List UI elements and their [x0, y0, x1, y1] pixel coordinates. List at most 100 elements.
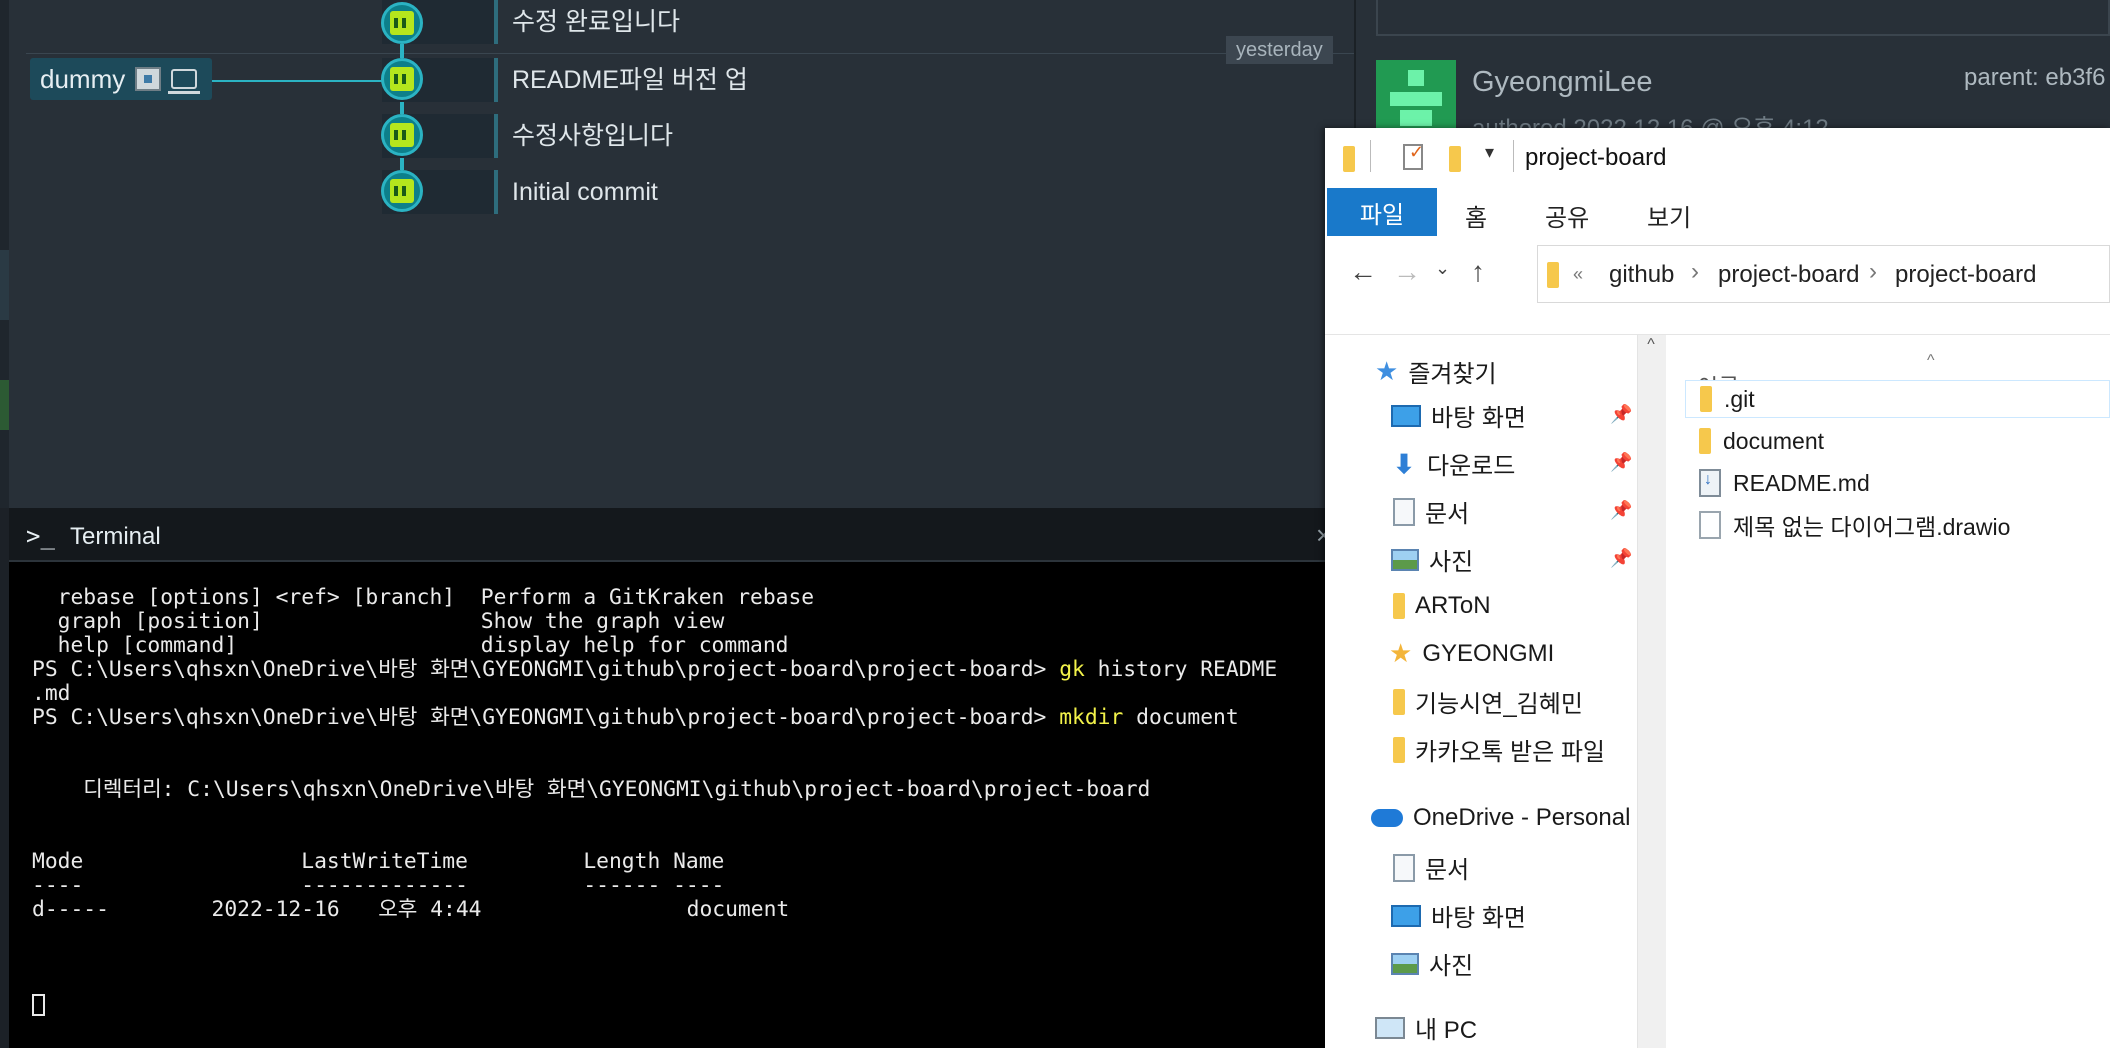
terminal-line: help [command] display help for command: [32, 633, 789, 658]
commit-message[interactable]: Initial commit: [512, 170, 658, 214]
terminal-line: graph [position] Show the graph view: [32, 609, 725, 634]
nav-this-pc[interactable]: 내 PC: [1375, 1010, 1477, 1045]
branch-connector: [212, 80, 382, 82]
terminal-title: Terminal: [70, 523, 161, 550]
branch-name[interactable]: dummy: [40, 64, 125, 95]
forward-arrow-icon[interactable]: →: [1393, 256, 1421, 288]
commit-graph-panel: yesterday 수정 완료입니다 README파일 버전 업 수정사항입니다…: [0, 0, 1354, 508]
terminal-line: rebase [options] <ref> [branch] Perform …: [32, 585, 815, 610]
file-row[interactable]: .git: [1685, 380, 2110, 418]
terminal-line: .md: [32, 681, 71, 706]
folder-icon: [1547, 262, 1559, 293]
explorer-titlebar: ✓ ▾ project-board: [1325, 128, 2110, 188]
document-icon: [1393, 853, 1415, 882]
terminal-cursor: [32, 994, 45, 1016]
terminal-prompt-line[interactable]: [32, 994, 45, 1018]
star-icon: ★: [1375, 356, 1399, 386]
nav-scrollbar[interactable]: [1637, 335, 1667, 1048]
parent-label: parent:: [1964, 64, 2039, 91]
file-row[interactable]: README.md: [1685, 464, 2110, 502]
nav-item-folder[interactable]: ★ GYEONGMI: [1389, 638, 1554, 669]
commit-avatar-icon[interactable]: [381, 2, 423, 44]
nav-item-desktop[interactable]: 바탕 화면: [1391, 898, 1526, 933]
quick-access-dropdown-icon[interactable]: ▾: [1485, 142, 1494, 163]
commit-message[interactable]: 수정사항입니다: [512, 114, 673, 158]
nav-item-folder[interactable]: ARToN: [1393, 592, 1491, 620]
breadcrumb-item[interactable]: project-board: [1718, 261, 1859, 289]
pin-icon: 📌: [1610, 548, 1633, 568]
commit-avatar-icon[interactable]: [381, 114, 423, 156]
recent-locations-chevron-icon[interactable]: ⌄: [1435, 258, 1450, 279]
breadcrumb-overflow[interactable]: «: [1573, 264, 1583, 285]
parent-commit[interactable]: parent: eb3f6: [1964, 64, 2105, 92]
commit-message-box[interactable]: [1376, 0, 2110, 36]
nav-onedrive[interactable]: OneDrive - Personal: [1371, 804, 1630, 832]
folder-icon: [1393, 593, 1405, 619]
cloud-icon: [1371, 809, 1403, 827]
commit-avatar-icon[interactable]: [381, 170, 423, 212]
blank-file-icon: [1699, 511, 1721, 539]
scroll-up-icon[interactable]: ^: [1637, 336, 1665, 354]
terminal-header: [9, 508, 1354, 562]
pin-icon: 📌: [1610, 404, 1633, 424]
nav-item-desktop[interactable]: 바탕 화면: [1391, 398, 1526, 433]
new-folder-icon[interactable]: [1449, 146, 1461, 177]
commit-message[interactable]: README파일 버전 업: [512, 58, 748, 102]
up-arrow-icon[interactable]: ↑: [1471, 256, 1485, 288]
nav-item-folder[interactable]: 기능시연_김혜민: [1393, 684, 1583, 719]
parent-sha[interactable]: eb3f6: [2045, 64, 2105, 91]
window-title: project-board: [1525, 144, 1667, 171]
tab-home[interactable]: 홈: [1465, 198, 1487, 233]
nav-item-documents[interactable]: 문서: [1393, 850, 1469, 885]
computer-icon: [1375, 1016, 1405, 1039]
explorer-ribbon: [1325, 188, 2110, 239]
back-arrow-icon[interactable]: ←: [1349, 256, 1377, 288]
branch-label[interactable]: dummy: [30, 58, 212, 100]
breadcrumb-item[interactable]: github: [1609, 261, 1674, 289]
commit-avatar-icon[interactable]: [381, 58, 423, 100]
chevron-right-icon[interactable]: ›: [1869, 258, 1877, 286]
tab-file[interactable]: 파일: [1327, 188, 1437, 236]
tab-share[interactable]: 공유: [1545, 198, 1589, 233]
document-icon: [1393, 497, 1415, 526]
file-explorer-window: ✓ ▾ project-board 파일 홈 공유 보기 ← → ⌄ ↑ « g…: [1325, 128, 2110, 1048]
pictures-icon: [1391, 952, 1419, 975]
nav-quick-access[interactable]: ★ 즐겨찾기: [1375, 354, 1497, 389]
tab-view[interactable]: 보기: [1647, 198, 1691, 233]
desktop-icon: [1391, 404, 1421, 427]
nav-item-pictures[interactable]: 사진: [1391, 946, 1473, 981]
file-row[interactable]: 제목 없는 다이어그램.drawio: [1685, 506, 2110, 544]
disk-icon: [135, 67, 162, 91]
star-folder-icon: ★: [1389, 638, 1413, 668]
checkmark-icon: ✓: [1409, 142, 1425, 162]
commit-row[interactable]: Initial commit: [0, 168, 1354, 224]
folder-icon: [1393, 688, 1405, 715]
nav-item-downloads[interactable]: ⬇ 다운로드: [1391, 446, 1515, 481]
terminal-line: ---- ------------- ------ ----: [32, 873, 725, 898]
desktop-icon: [1391, 904, 1421, 927]
laptop-icon: [168, 69, 201, 94]
folder-icon: [1700, 386, 1712, 412]
chevron-right-icon[interactable]: ›: [1691, 258, 1699, 286]
commit-message[interactable]: 수정 완료입니다: [512, 0, 680, 44]
terminal-line: d----- 2022-12-16 오후 4:44 document: [32, 897, 790, 922]
pin-icon: 📌: [1610, 452, 1633, 472]
terminal-line: PS C:\Users\qhsxn\OneDrive\바탕 화면\GYEONGM…: [32, 657, 1278, 682]
nav-item-documents[interactable]: 문서: [1393, 494, 1469, 529]
folder-icon: [1343, 146, 1355, 177]
breadcrumb-item[interactable]: project-board: [1895, 261, 2036, 289]
nav-item-pictures[interactable]: 사진: [1391, 542, 1473, 577]
markdown-file-icon: [1699, 469, 1721, 497]
nav-item-folder[interactable]: 카카오톡 받은 파일: [1393, 732, 1605, 767]
folder-icon: [1393, 736, 1405, 763]
terminal-prompt-icon: >_: [26, 522, 55, 550]
pin-icon: 📌: [1610, 500, 1633, 520]
commit-row[interactable]: 수정사항입니다: [0, 112, 1354, 168]
author-name: GyeongmiLee: [1472, 66, 1653, 98]
commit-row[interactable]: 수정 완료입니다: [0, 0, 1354, 56]
folder-icon: [1699, 428, 1711, 454]
terminal-line: Mode LastWriteTime Length Name: [32, 849, 725, 874]
file-row[interactable]: document: [1685, 422, 2110, 460]
sort-ascending-icon: ^: [1927, 352, 1935, 369]
terminal-line: PS C:\Users\qhsxn\OneDrive\바탕 화면\GYEONGM…: [32, 705, 1239, 730]
